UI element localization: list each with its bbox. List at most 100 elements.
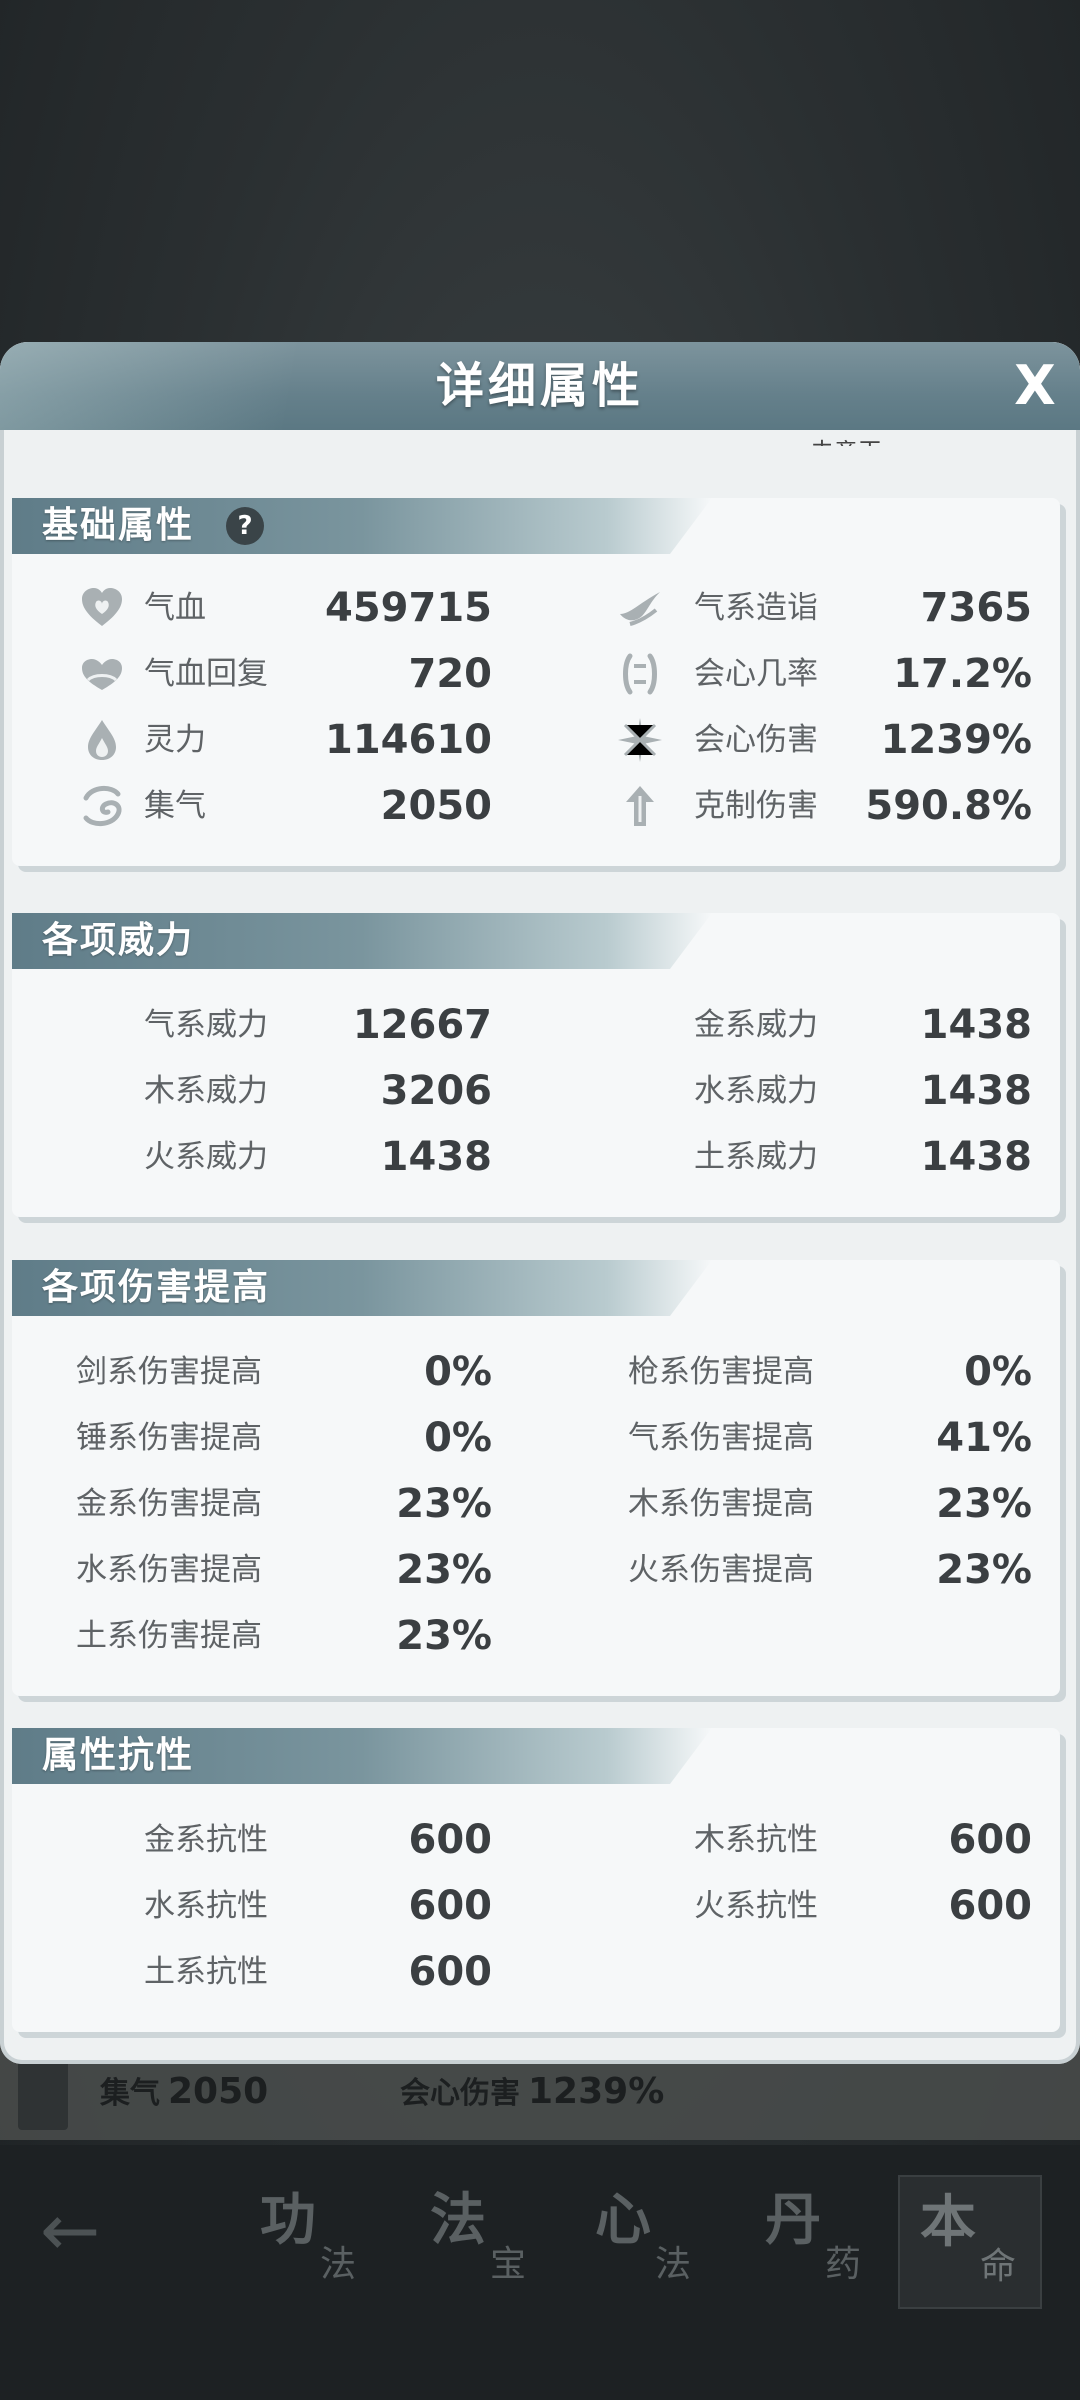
stat-value: 2050 [380, 783, 492, 829]
stat-label: 金系伤害提高 [76, 1486, 262, 1522]
flame-drop-icon [88, 720, 116, 760]
nav-tab-xinfa-big: 心 [595, 2187, 651, 2253]
section-title: 属性抗性 [42, 1735, 195, 1776]
section-basic-attributes: 基础属性 ? 气血 459715 气血回复 720 灵力 114610 集气 2… [12, 498, 1060, 866]
wing-icon [620, 592, 660, 626]
stat-row: 水系威力 1438 [532, 1061, 1052, 1121]
stat-value: 590.8% [865, 783, 1032, 829]
stat-row: 灵力 114610 [12, 710, 532, 770]
nav-tab-gongfa-small: 法 [320, 2244, 357, 2285]
nav-tab-danyao[interactable]: 丹 药 [745, 2175, 885, 2305]
crit-rate-icon [623, 653, 657, 695]
stat-row: 锤系伤害提高 0% [12, 1408, 532, 1468]
background-help-tab [18, 2060, 68, 2130]
close-icon[interactable]: X [1005, 356, 1065, 416]
stat-value: 600 [948, 1817, 1033, 1863]
stat-row: 水系伤害提高 23% [12, 1540, 532, 1600]
nav-tab-danyao-small: 药 [825, 2244, 862, 2285]
stat-label: 气系伤害提高 [628, 1420, 814, 1456]
stat-row: 会心伤害 1239% [532, 710, 1052, 770]
stat-row: 集气 2050 [12, 776, 532, 836]
nav-tab-benming-big: 本 [920, 2189, 976, 2255]
stat-value: 114610 [325, 717, 492, 763]
stat-value: 0% [424, 1415, 492, 1461]
stat-value: 7365 [920, 585, 1032, 631]
stat-label: 枪系伤害提高 [628, 1354, 814, 1390]
nav-tab-benming[interactable]: 本 命 [898, 2175, 1042, 2309]
stat-label: 水系抗性 [144, 1888, 268, 1924]
section-title: 基础属性 [42, 505, 195, 546]
stat-value: 1438 [920, 1068, 1032, 1114]
stat-label: 土系伤害提高 [76, 1618, 262, 1654]
section-resistances: 属性抗性 金系抗性 600 水系抗性 600 土系抗性 600 木系抗性 600… [12, 1728, 1060, 2032]
stat-row: 火系伤害提高 23% [532, 1540, 1052, 1600]
back-arrow-icon[interactable]: ← [40, 2190, 150, 2270]
stat-row: 水系抗性 600 [12, 1876, 532, 1936]
stat-label: 水系伤害提高 [76, 1552, 262, 1588]
stat-value: 0% [424, 1349, 492, 1395]
background-stat-right-value: 1239% [528, 2071, 665, 2112]
stat-value: 17.2% [893, 651, 1032, 697]
heart-regen-icon [82, 659, 122, 690]
stat-label: 气系造诣 [694, 590, 818, 626]
stat-label: 灵力 [144, 722, 206, 758]
section-element-power: 各项威力 气系威力 12667 木系威力 3206 火系威力 1438 金系威力… [12, 913, 1060, 1217]
stat-label: 木系抗性 [694, 1822, 818, 1858]
stat-value: 600 [408, 1817, 493, 1863]
scrolled-cut-text: 未竟玉 [810, 432, 882, 446]
stat-value: 23% [936, 1547, 1032, 1593]
stat-row: 气系伤害提高 41% [532, 1408, 1052, 1468]
stat-row: 土系威力 1438 [532, 1127, 1052, 1187]
stat-label: 水系威力 [694, 1073, 818, 1109]
stat-label: 土系抗性 [144, 1954, 268, 1990]
background-stat-right: 会心伤害 1239% [400, 2068, 664, 2112]
arrow-up-icon [626, 786, 654, 826]
background-stat-left: 集气 2050 [100, 2068, 268, 2112]
nav-tab-xinfa[interactable]: 心 法 [575, 2175, 715, 2305]
stat-value: 12667 [352, 1002, 492, 1048]
stat-row: 木系抗性 600 [532, 1810, 1052, 1870]
stat-row: 金系威力 1438 [532, 995, 1052, 1055]
stat-row: 木系威力 3206 [12, 1061, 532, 1121]
stat-value: 23% [396, 1481, 492, 1527]
stat-label: 木系威力 [144, 1073, 268, 1109]
stat-value: 600 [408, 1883, 493, 1929]
nav-tab-benming-small: 命 [980, 2246, 1017, 2287]
stat-label: 剑系伤害提高 [76, 1354, 262, 1390]
stat-value: 1438 [380, 1134, 492, 1180]
stat-label: 气血 [144, 590, 206, 626]
background-stat-left-value: 2050 [168, 2071, 269, 2112]
heart-icon [82, 588, 122, 626]
nav-tab-fabao[interactable]: 法 宝 [410, 2175, 550, 2305]
stat-label: 克制伤害 [694, 788, 818, 824]
stat-value: 1438 [920, 1002, 1032, 1048]
stat-label: 气血回复 [144, 656, 268, 692]
stat-label: 会心伤害 [694, 722, 818, 758]
stat-value: 23% [936, 1481, 1032, 1527]
stat-row: 气系威力 12667 [12, 995, 532, 1055]
stat-row: 气血回复 720 [12, 644, 532, 704]
nav-tab-xinfa-small: 法 [655, 2244, 692, 2285]
stat-row: 火系抗性 600 [532, 1876, 1052, 1936]
section-title: 各项威力 [42, 920, 195, 961]
stat-value: 600 [948, 1883, 1033, 1929]
stat-row: 金系抗性 600 [12, 1810, 532, 1870]
stat-row: 金系伤害提高 23% [12, 1474, 532, 1534]
nav-tab-danyao-big: 丹 [765, 2187, 821, 2253]
nav-tab-fabao-big: 法 [430, 2187, 486, 2253]
stat-label: 土系威力 [694, 1139, 818, 1175]
stat-value: 459715 [325, 585, 492, 631]
stat-label: 金系抗性 [144, 1822, 268, 1858]
stat-row: 火系威力 1438 [12, 1127, 532, 1187]
stat-label: 集气 [144, 788, 206, 824]
nav-tab-fabao-small: 宝 [490, 2244, 527, 2285]
dialog-title: 详细属性 [435, 358, 644, 414]
stat-label: 会心几率 [694, 656, 818, 692]
stat-row: 剑系伤害提高 0% [12, 1342, 532, 1402]
background-stat-left-label: 集气 [100, 2076, 160, 2111]
stat-label: 金系威力 [694, 1007, 818, 1043]
stat-value: 0% [964, 1349, 1032, 1395]
help-icon[interactable]: ? [226, 507, 264, 545]
section-title: 各项伤害提高 [42, 1267, 271, 1308]
nav-tab-gongfa[interactable]: 功 法 [240, 2175, 380, 2305]
